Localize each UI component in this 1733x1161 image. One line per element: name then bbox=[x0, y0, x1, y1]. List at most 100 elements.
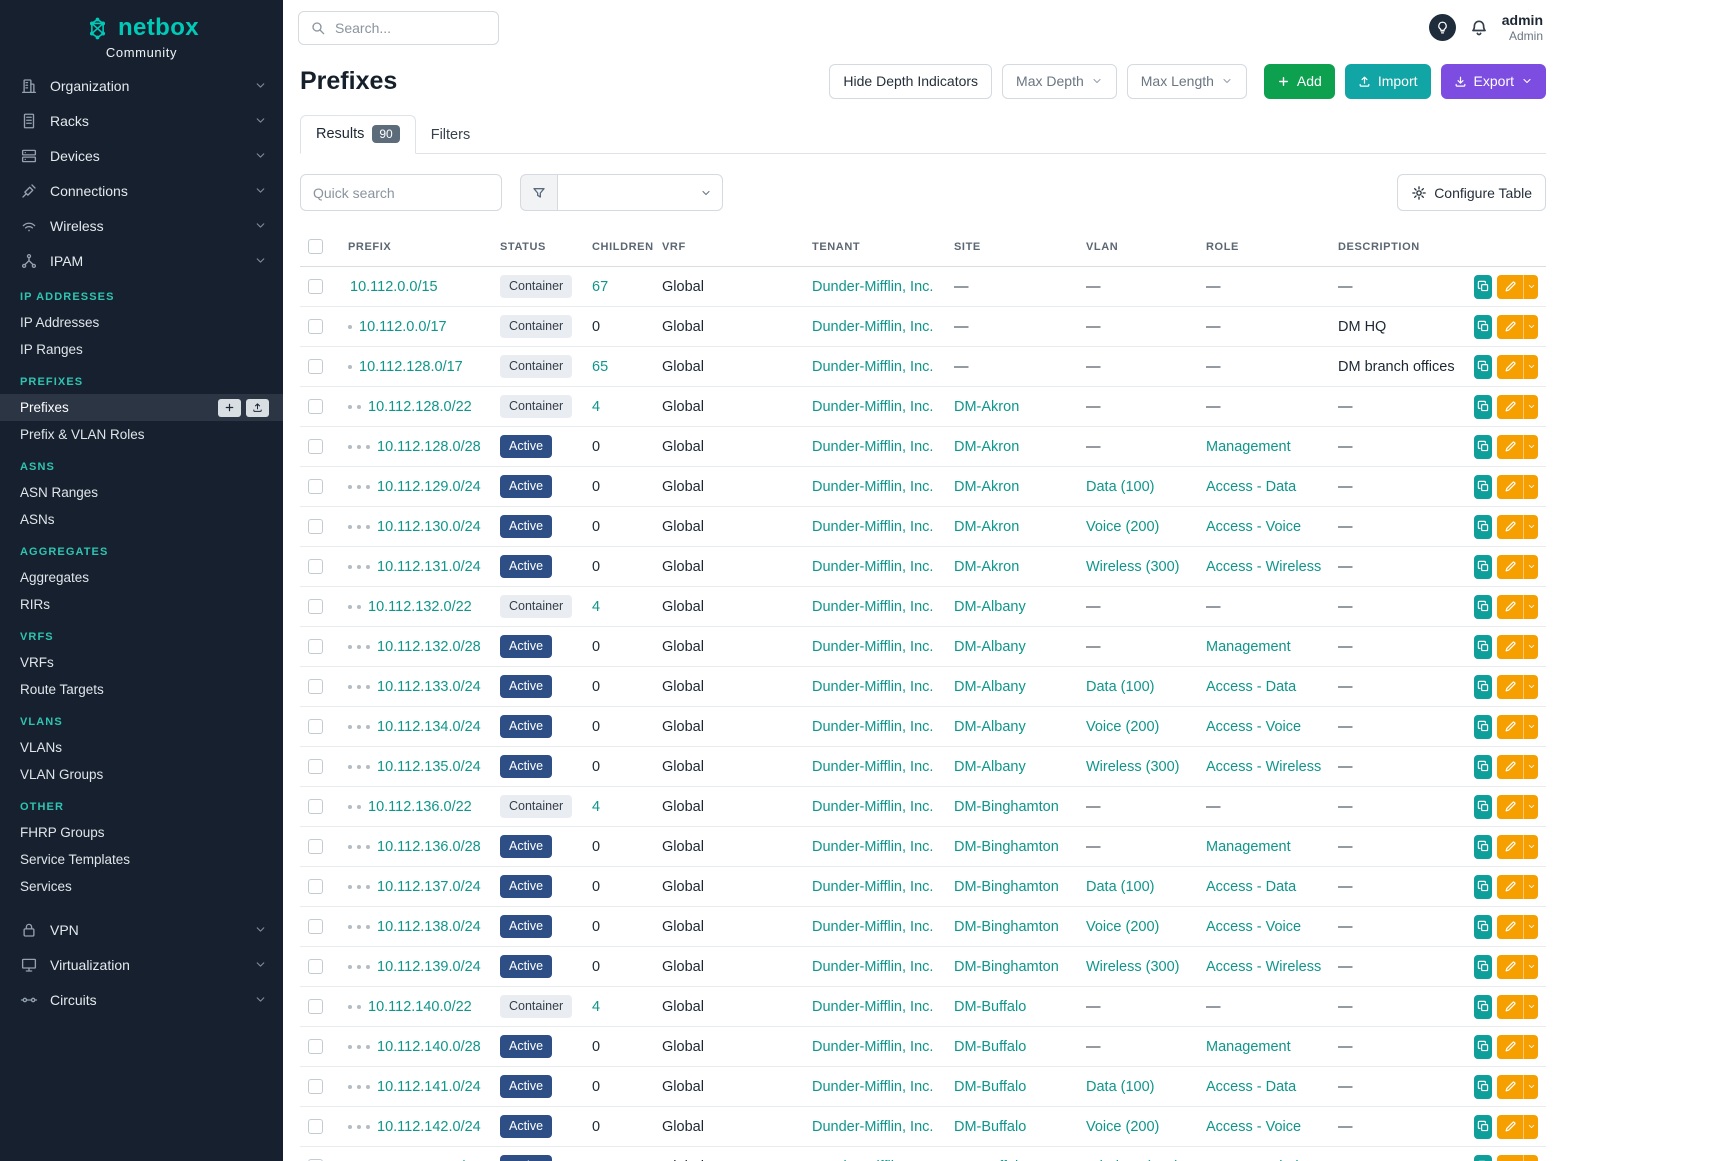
sidebar-item-fhrp-groups[interactable]: FHRP Groups bbox=[0, 819, 283, 846]
vlan-link[interactable]: Data (100) bbox=[1086, 679, 1155, 695]
prefix-link[interactable]: 10.112.128.0/22 bbox=[368, 399, 472, 415]
user-menu[interactable]: admin Admin bbox=[1502, 12, 1543, 43]
edit-dropdown-button[interactable] bbox=[1523, 435, 1538, 459]
vlan-link[interactable]: Voice (200) bbox=[1086, 519, 1159, 535]
row-checkbox[interactable] bbox=[308, 439, 323, 454]
site-link[interactable]: DM-Binghamton bbox=[954, 919, 1059, 935]
sidebar-item-vpn[interactable]: VPN bbox=[0, 912, 283, 947]
edit-dropdown-button[interactable] bbox=[1523, 1075, 1538, 1099]
edit-button[interactable] bbox=[1497, 1035, 1523, 1059]
role-link[interactable]: Access - Wireless bbox=[1206, 759, 1321, 775]
sidebar-item-rirs[interactable]: RIRs bbox=[0, 591, 283, 618]
site-link[interactable]: DM-Akron bbox=[954, 479, 1019, 495]
row-checkbox[interactable] bbox=[308, 559, 323, 574]
select-all-checkbox[interactable] bbox=[308, 239, 323, 254]
prefix-link[interactable]: 10.112.128.0/28 bbox=[377, 439, 481, 455]
edit-dropdown-button[interactable] bbox=[1523, 315, 1538, 339]
edit-button[interactable] bbox=[1497, 995, 1523, 1019]
prefix-link[interactable]: 10.112.142.0/24 bbox=[377, 1119, 481, 1135]
children-count-link[interactable]: 4 bbox=[592, 599, 600, 615]
role-link[interactable]: Management bbox=[1206, 1039, 1291, 1055]
import-button[interactable]: Import bbox=[1345, 64, 1431, 99]
edit-dropdown-button[interactable] bbox=[1523, 1035, 1538, 1059]
prefix-link[interactable]: 10.112.139.0/24 bbox=[377, 959, 481, 975]
edit-dropdown-button[interactable] bbox=[1523, 795, 1538, 819]
edit-button[interactable] bbox=[1497, 755, 1523, 779]
role-link[interactable]: Access - Data bbox=[1206, 479, 1296, 495]
copy-button[interactable] bbox=[1474, 955, 1492, 979]
role-link[interactable]: Access - Wireless bbox=[1206, 559, 1321, 575]
copy-button[interactable] bbox=[1474, 715, 1492, 739]
site-link[interactable]: DM-Albany bbox=[954, 599, 1026, 615]
tenant-link[interactable]: Dunder-Mifflin, Inc. bbox=[812, 1039, 933, 1055]
tenant-link[interactable]: Dunder-Mifflin, Inc. bbox=[812, 919, 933, 935]
copy-button[interactable] bbox=[1474, 395, 1492, 419]
row-checkbox[interactable] bbox=[308, 999, 323, 1014]
copy-button[interactable] bbox=[1474, 915, 1492, 939]
sidebar-item-ip-addresses[interactable]: IP Addresses bbox=[0, 309, 283, 336]
column-header-tenant[interactable]: TENANT bbox=[804, 229, 946, 267]
column-header-vlan[interactable]: VLAN bbox=[1078, 229, 1198, 267]
global-search[interactable] bbox=[298, 11, 499, 45]
role-link[interactable]: Access - Data bbox=[1206, 679, 1296, 695]
row-checkbox[interactable] bbox=[308, 599, 323, 614]
sidebar-item-prefix-vlan-roles[interactable]: Prefix & VLAN Roles bbox=[0, 421, 283, 448]
edit-dropdown-button[interactable] bbox=[1523, 1155, 1538, 1161]
copy-button[interactable] bbox=[1474, 635, 1492, 659]
sidebar-item-devices[interactable]: Devices bbox=[0, 138, 283, 173]
copy-button[interactable] bbox=[1474, 595, 1492, 619]
theme-toggle-button[interactable] bbox=[1429, 14, 1456, 41]
sidebar-item-vlans[interactable]: VLANs bbox=[0, 734, 283, 761]
tenant-link[interactable]: Dunder-Mifflin, Inc. bbox=[812, 799, 933, 815]
edit-dropdown-button[interactable] bbox=[1523, 1115, 1538, 1139]
column-header-role[interactable]: ROLE bbox=[1198, 229, 1330, 267]
edit-dropdown-button[interactable] bbox=[1523, 515, 1538, 539]
edit-button[interactable] bbox=[1497, 355, 1523, 379]
site-link[interactable]: DM-Akron bbox=[954, 559, 1019, 575]
tab-results[interactable]: Results 90 bbox=[300, 115, 416, 154]
prefix-link[interactable]: 10.112.0.0/17 bbox=[359, 319, 447, 335]
sidebar-import-button[interactable] bbox=[246, 399, 269, 417]
edit-dropdown-button[interactable] bbox=[1523, 915, 1538, 939]
sidebar-item-organization[interactable]: Organization bbox=[0, 68, 283, 103]
copy-button[interactable] bbox=[1474, 475, 1492, 499]
row-checkbox[interactable] bbox=[308, 759, 323, 774]
children-count-link[interactable]: 65 bbox=[592, 359, 608, 375]
copy-button[interactable] bbox=[1474, 675, 1492, 699]
edit-button[interactable] bbox=[1497, 395, 1523, 419]
tenant-link[interactable]: Dunder-Mifflin, Inc. bbox=[812, 519, 933, 535]
row-checkbox[interactable] bbox=[308, 479, 323, 494]
sidebar-item-services[interactable]: Services bbox=[0, 873, 283, 900]
edit-button[interactable] bbox=[1497, 675, 1523, 699]
site-link[interactable]: DM-Buffalo bbox=[954, 1079, 1026, 1095]
copy-button[interactable] bbox=[1474, 1115, 1492, 1139]
prefix-link[interactable]: 10.112.136.0/28 bbox=[377, 839, 481, 855]
copy-button[interactable] bbox=[1474, 835, 1492, 859]
prefix-link[interactable]: 10.112.137.0/24 bbox=[377, 879, 481, 895]
site-link[interactable]: DM-Albany bbox=[954, 759, 1026, 775]
export-button[interactable]: Export bbox=[1441, 64, 1546, 99]
tenant-link[interactable]: Dunder-Mifflin, Inc. bbox=[812, 959, 933, 975]
row-checkbox[interactable] bbox=[308, 639, 323, 654]
edit-button[interactable] bbox=[1497, 515, 1523, 539]
add-button[interactable]: Add bbox=[1264, 64, 1335, 99]
edit-dropdown-button[interactable] bbox=[1523, 275, 1538, 299]
prefix-link[interactable]: 10.112.134.0/24 bbox=[377, 719, 481, 735]
tenant-link[interactable]: Dunder-Mifflin, Inc. bbox=[812, 999, 933, 1015]
site-link[interactable]: DM-Binghamton bbox=[954, 879, 1059, 895]
row-checkbox[interactable] bbox=[308, 519, 323, 534]
tenant-link[interactable]: Dunder-Mifflin, Inc. bbox=[812, 479, 933, 495]
sidebar-item-route-targets[interactable]: Route Targets bbox=[0, 676, 283, 703]
copy-button[interactable] bbox=[1474, 1075, 1492, 1099]
edit-button[interactable] bbox=[1497, 635, 1523, 659]
row-checkbox[interactable] bbox=[308, 319, 323, 334]
edit-dropdown-button[interactable] bbox=[1523, 675, 1538, 699]
prefix-link[interactable]: 10.112.140.0/22 bbox=[368, 999, 472, 1015]
copy-button[interactable] bbox=[1474, 795, 1492, 819]
tenant-link[interactable]: Dunder-Mifflin, Inc. bbox=[812, 639, 933, 655]
copy-button[interactable] bbox=[1474, 1035, 1492, 1059]
prefix-link[interactable]: 10.112.141.0/24 bbox=[377, 1079, 481, 1095]
role-link[interactable]: Access - Voice bbox=[1206, 719, 1301, 735]
row-checkbox[interactable] bbox=[308, 839, 323, 854]
edit-button[interactable] bbox=[1497, 275, 1523, 299]
